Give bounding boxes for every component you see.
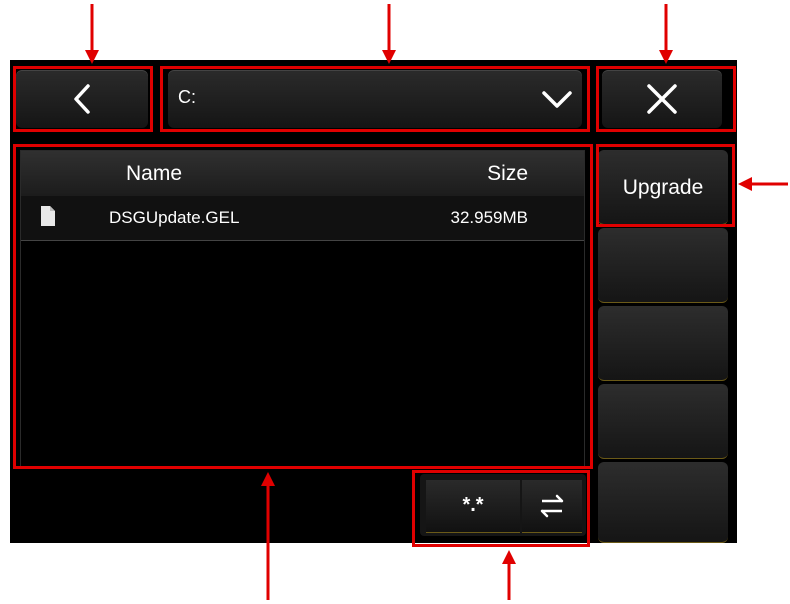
annotation-arrows xyxy=(85,4,788,600)
